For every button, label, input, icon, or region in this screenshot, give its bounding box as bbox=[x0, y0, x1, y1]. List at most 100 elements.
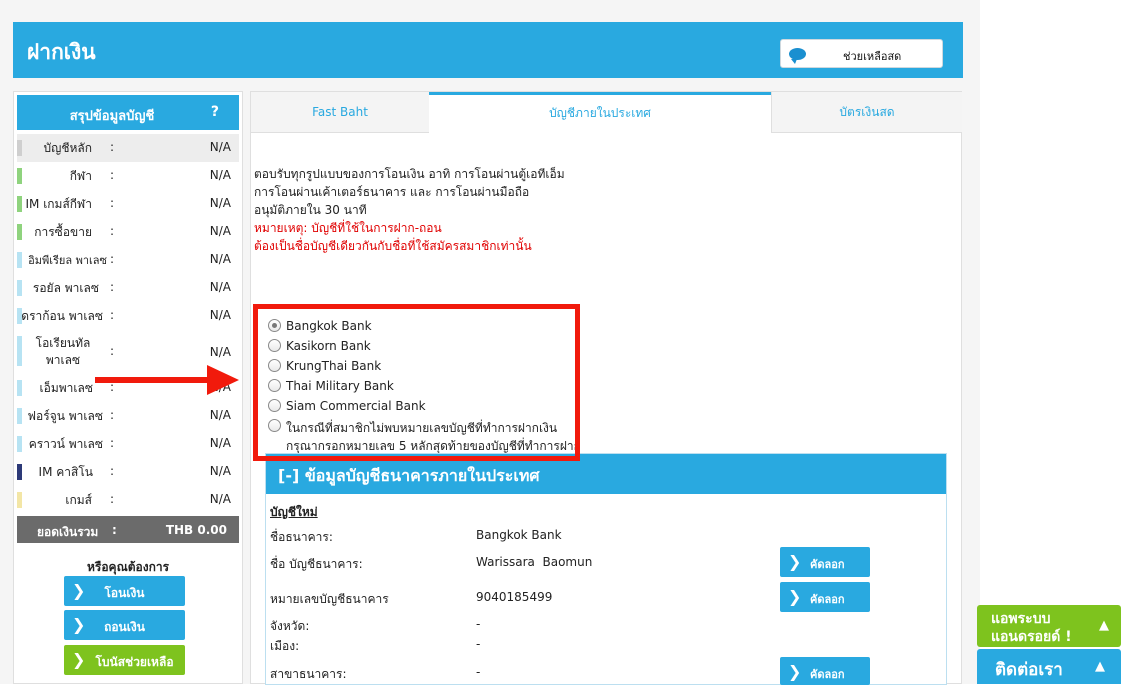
live-help-label: ช่วยเหลือสด bbox=[843, 50, 902, 63]
info-value: 9040185499 bbox=[476, 590, 553, 604]
page-header: ฝากเงิน ช่วยเหลือสด bbox=[13, 22, 963, 78]
account-name: เอ็มพาเลซ bbox=[39, 381, 93, 395]
chevron-right-icon: ❯ bbox=[788, 587, 802, 606]
info-key: สาขาธนาคาร: bbox=[270, 667, 347, 681]
account-row-im-casino[interactable]: IM คาสิโน : N/A bbox=[17, 458, 239, 486]
separator: : bbox=[110, 280, 115, 294]
separator: : bbox=[110, 344, 115, 358]
account-row-imperial-palace[interactable]: อิมพีเรียล พาเลซ : N/A bbox=[17, 246, 239, 274]
new-account-label: บัญชีใหม่ bbox=[270, 505, 318, 519]
account-row-games[interactable]: เกมส์ : N/A bbox=[17, 486, 239, 514]
account-name: กีฬา bbox=[69, 169, 92, 183]
info-value: Warissara Baomun bbox=[476, 555, 593, 569]
separator: : bbox=[110, 464, 115, 478]
account-name: IM เกมส์กีฬา bbox=[25, 197, 92, 211]
copy-branch-button[interactable]: ❯ คัดลอก bbox=[780, 657, 870, 685]
separator: : bbox=[110, 168, 115, 182]
account-color-bar bbox=[17, 336, 22, 366]
copy-account-name-button[interactable]: ❯ คัดลอก bbox=[780, 547, 870, 577]
android-app-widget[interactable]: แอพระบบ แอนดรอยด์ ! ▲ bbox=[977, 605, 1121, 647]
bonus-help-button[interactable]: ❯ โบนัสช่วยเหลือ bbox=[64, 645, 185, 675]
withdraw-button[interactable]: ❯ ถอนเงิน bbox=[64, 610, 185, 640]
account-row-crown-palace[interactable]: คราวน์ พาเลซ : N/A bbox=[17, 430, 239, 458]
caret-up-icon: ▲ bbox=[1095, 659, 1105, 674]
account-row-fortune-palace[interactable]: ฟอร์จูน พาเลซ : N/A bbox=[17, 402, 239, 430]
info-value: - bbox=[476, 665, 481, 679]
contact-us-widget[interactable]: ติดต่อเรา ▲ bbox=[977, 649, 1121, 684]
annotation-arrow-shaft bbox=[95, 377, 215, 383]
separator: : bbox=[110, 492, 115, 506]
android-app-label-line2: แอนดรอยด์ ! bbox=[991, 629, 1072, 645]
account-value: N/A bbox=[209, 252, 231, 266]
account-summary-title: สรุปข้อมูลบัญชี bbox=[69, 109, 155, 124]
account-row-oriental-palace[interactable]: โอเรียนทัล พาเลซ : N/A bbox=[17, 330, 239, 374]
separator: : bbox=[112, 523, 117, 537]
info-value: Bangkok Bank bbox=[476, 528, 562, 542]
account-value: N/A bbox=[209, 408, 231, 422]
transfer-button[interactable]: ❯ โอนเงิน bbox=[64, 576, 185, 606]
or-you-want-label: หรือคุณต้องการ bbox=[86, 560, 170, 574]
separator: : bbox=[110, 436, 115, 450]
info-key: เมือง: bbox=[270, 639, 300, 653]
account-name: IM คาสิโน bbox=[38, 465, 93, 479]
account-name: อิมพีเรียล พาเลซ bbox=[28, 254, 107, 267]
separator: : bbox=[110, 140, 115, 154]
tab-cash-card[interactable]: บัตรเงินสด bbox=[771, 92, 962, 133]
account-name: บัญชีหลัก bbox=[43, 141, 92, 155]
separator: : bbox=[110, 308, 115, 322]
description-line: การโอนผ่านเค้าเตอร์ธนาคาร และ การโอนผ่าน… bbox=[254, 185, 530, 199]
bonus-help-label: โบนัสช่วยเหลือ bbox=[95, 655, 174, 669]
chat-bubble-icon bbox=[789, 48, 806, 64]
contact-us-label: ติดต่อเรา bbox=[995, 660, 1063, 680]
account-row-royal-palace[interactable]: รอยัล พาเลซ : N/A bbox=[17, 274, 239, 302]
page-title: ฝากเงิน bbox=[27, 40, 96, 64]
account-summary-header: สรุปข้อมูลบัญชี ? bbox=[17, 95, 239, 130]
description-line: อนุมัติภายใน 30 นาที bbox=[254, 203, 367, 217]
total-balance-row: ยอดเงินรวม : THB 0.00 bbox=[17, 516, 239, 543]
account-value: N/A bbox=[209, 224, 231, 238]
account-name: โอเรียนทัล พาเลซ bbox=[35, 336, 91, 367]
separator: : bbox=[110, 196, 115, 210]
account-name: คราวน์ พาเลซ bbox=[28, 437, 103, 451]
separator: : bbox=[110, 224, 115, 238]
chevron-right-icon: ❯ bbox=[788, 552, 802, 571]
note-line: หมายเหตุ: บัญชีที่ใช้ในการฝาก-ถอน bbox=[254, 221, 442, 235]
account-name: รอยัล พาเลซ bbox=[32, 281, 99, 295]
total-label: ยอดเงินรวม bbox=[37, 525, 99, 539]
chevron-right-icon: ❯ bbox=[788, 662, 802, 681]
live-help-button[interactable]: ช่วยเหลือสด bbox=[780, 39, 943, 68]
help-icon[interactable]: ? bbox=[211, 104, 219, 120]
deposit-method-tabs: Fast Baht บัญชีภายในประเทศ บัตรเงินสด bbox=[251, 92, 962, 133]
info-key: หมายเลขบัญชีธนาคาร bbox=[270, 592, 389, 606]
info-key: ชื่อ บัญชีธนาคาร: bbox=[270, 557, 363, 571]
account-value: N/A bbox=[209, 196, 231, 210]
info-key: จังหวัด: bbox=[270, 619, 310, 633]
account-name: ดราก้อน พาเลซ bbox=[21, 309, 103, 323]
account-row-main[interactable]: บัญชีหลัก : N/A bbox=[17, 134, 239, 162]
account-value: N/A bbox=[209, 308, 231, 322]
account-row-sports[interactable]: กีฬา : N/A bbox=[17, 162, 239, 190]
account-value: N/A bbox=[209, 168, 231, 182]
total-value: THB 0.00 bbox=[165, 523, 227, 537]
account-row-im-sports[interactable]: IM เกมส์กีฬา : N/A bbox=[17, 190, 239, 218]
note-line: ต้องเป็นชื่อบัญชีเดียวกันกับชื่อที่ใช้สม… bbox=[254, 239, 532, 253]
tab-fast-baht[interactable]: Fast Baht bbox=[251, 92, 429, 133]
account-row-dragon-palace[interactable]: ดราก้อน พาเลซ : N/A bbox=[17, 302, 239, 330]
info-value: - bbox=[476, 637, 481, 651]
account-row-trading[interactable]: การซื้อขาย : N/A bbox=[17, 218, 239, 246]
annotation-highlight-box bbox=[253, 304, 580, 461]
deposit-description: ตอบรับทุกรูปแบบของการโอนเงิน อาทิ การโอน… bbox=[254, 165, 854, 255]
info-key: ชื่อธนาคาร: bbox=[270, 530, 333, 544]
account-value: N/A bbox=[209, 280, 231, 294]
copy-account-number-button[interactable]: ❯ คัดลอก bbox=[780, 582, 870, 612]
account-value: N/A bbox=[209, 436, 231, 450]
account-value: N/A bbox=[209, 464, 231, 478]
tab-domestic-account[interactable]: บัญชีภายในประเทศ bbox=[429, 92, 771, 133]
info-value: - bbox=[476, 617, 481, 631]
copy-label: คัดลอก bbox=[810, 593, 845, 606]
copy-label: คัดลอก bbox=[810, 558, 845, 571]
account-name: เกมส์ bbox=[65, 493, 92, 507]
separator: : bbox=[110, 408, 115, 422]
withdraw-label: ถอนเงิน bbox=[104, 620, 145, 634]
caret-up-icon: ▲ bbox=[1099, 618, 1109, 633]
